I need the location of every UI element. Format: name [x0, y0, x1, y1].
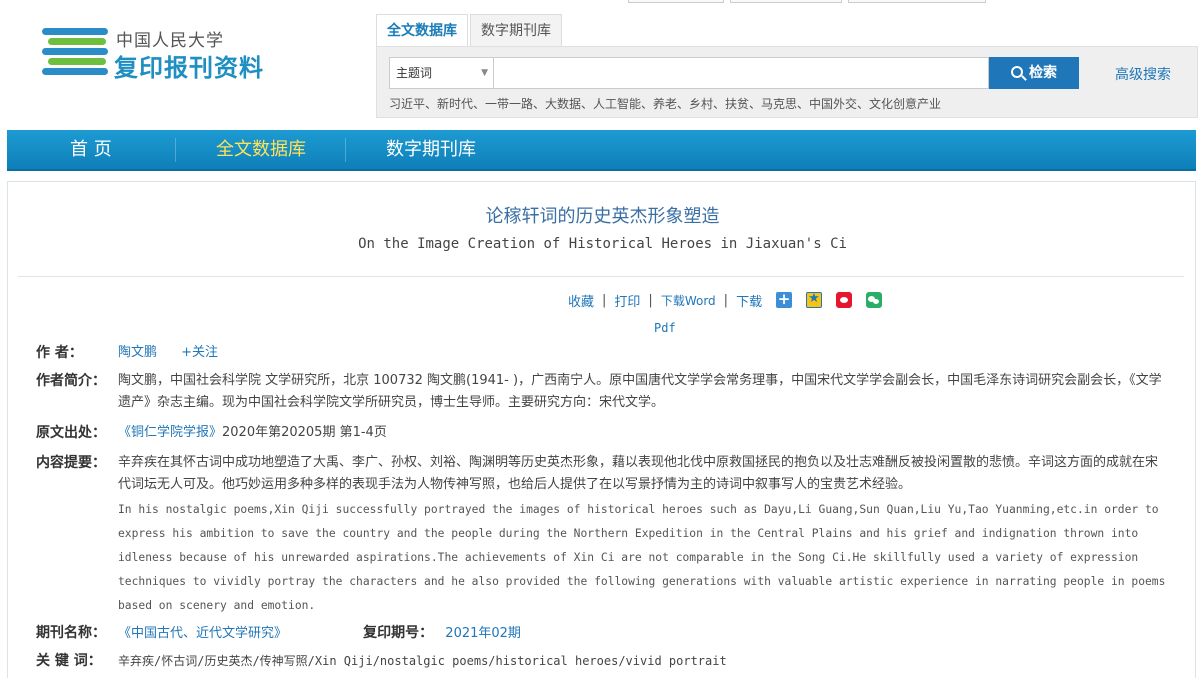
download-link[interactable]: 下载: [736, 291, 762, 310]
search-icon: [1011, 66, 1023, 78]
follow-button[interactable]: +关注: [181, 345, 218, 360]
favorite-link[interactable]: 收藏: [568, 291, 594, 310]
share-plus-icon[interactable]: [776, 290, 793, 308]
share-qzone-icon[interactable]: [806, 291, 823, 308]
nav-item-fulltext-db[interactable]: 全文数据库: [216, 130, 306, 171]
abstract-value: 辛弃疾在其怀古词中成功地塑造了大禹、李广、孙权、刘裕、陶渊明等历史英杰形象，藉以…: [118, 452, 1166, 618]
toolbar-separator: |: [602, 292, 607, 308]
article-detail: 论稼轩词的历史英杰形象塑造 On the Image Creation of H…: [7, 181, 1196, 678]
author-value: 陶文鹏 +关注: [118, 342, 1166, 364]
source-issue: 2020年第20205期 第1-4页: [222, 425, 387, 440]
books-logo-icon: [42, 28, 110, 80]
abstract-en: In his nostalgic poems,Xin Qiji successf…: [118, 503, 1166, 612]
title-divider: [18, 276, 1184, 277]
print-link[interactable]: 打印: [614, 291, 640, 310]
author-link[interactable]: 陶文鹏: [118, 345, 157, 360]
tab-digital-journal[interactable]: 数字期刊库: [470, 14, 562, 46]
tab-fulltext-db[interactable]: 全文数据库: [376, 14, 468, 46]
abstract-label: 内容提要：: [36, 455, 106, 471]
main-nav: 首 页 全文数据库 数字期刊库: [7, 130, 1196, 171]
chevron-down-icon: ▼: [481, 68, 488, 78]
share-weibo-icon[interactable]: [836, 292, 853, 308]
search-tabs: 全文数据库 数字期刊库: [376, 14, 564, 46]
article-title-en: On the Image Creation of Historical Hero…: [358, 236, 847, 252]
bio-value: 陶文鹏，中国社会科学院 文学研究所，北京 100732 陶文鹏(1941- )，…: [118, 373, 1162, 410]
download-pdf-link[interactable]: Pdf: [654, 321, 676, 335]
search-panel: 主题词 ▼ 检索 高级搜索 习近平、新时代、一带一路、大数据、人工智能、养老、乡…: [376, 46, 1198, 118]
site-logo[interactable]: 中国人民大学 复印报刊资料: [40, 26, 290, 82]
advanced-search-link[interactable]: 高级搜索: [1115, 64, 1171, 84]
journal-label: 期刊名称：: [36, 625, 106, 641]
top-strip: [0, 0, 1200, 6]
top-chip: [848, 0, 986, 3]
author-label: 作 者：: [36, 345, 83, 361]
journal-value: 《中国古代、近代文学研究》 复印期号： 2021年02期: [118, 622, 1166, 645]
search-field-selected: 主题词: [396, 66, 433, 80]
reprint-issue-link[interactable]: 2021年02期: [445, 626, 521, 641]
top-chip: [730, 0, 842, 3]
journal-link[interactable]: 《中国古代、近代文学研究》: [118, 626, 287, 641]
keywords-label: 关 键 词：: [36, 653, 102, 669]
reprint-label: 复印期号：: [363, 625, 434, 641]
source-label: 原文出处：: [36, 425, 106, 441]
toolbar-separator: |: [723, 292, 729, 308]
share-wechat-icon[interactable]: [866, 292, 883, 308]
search-button[interactable]: 检索: [989, 57, 1079, 89]
abstract-cn: 辛弃疾在其怀古词中成功地塑造了大禹、李广、孙权、刘裕、陶渊明等历史英杰形象，藉以…: [118, 455, 1159, 492]
search-button-label: 检索: [1029, 65, 1057, 81]
site-name-big: 复印报刊资料: [114, 54, 264, 82]
hot-words[interactable]: 习近平、新时代、一带一路、大数据、人工智能、养老、乡村、扶贫、马克思、中国外交、…: [389, 95, 941, 112]
top-chip: [628, 0, 724, 3]
search-input[interactable]: [493, 57, 989, 89]
nav-item-digital-journal[interactable]: 数字期刊库: [386, 130, 476, 171]
search-field-select[interactable]: 主题词 ▼: [389, 57, 494, 89]
nav-divider: [175, 138, 176, 162]
nav-item-home[interactable]: 首 页: [70, 130, 112, 171]
source-value: 《铜仁学院学报》2020年第20205期 第1-4页: [118, 422, 1166, 444]
article-title-cn: 论稼轩词的历史英杰形象塑造: [485, 206, 720, 227]
download-word-link[interactable]: 下载Word: [661, 292, 716, 309]
nav-divider: [345, 138, 346, 162]
keywords-value[interactable]: 辛弃疾/怀古词/历史英杰/传神写照/Xin Qiji/nostalgic poe…: [118, 650, 1166, 672]
source-journal-link[interactable]: 《铜仁学院学报》: [118, 425, 222, 440]
article-toolbar: 收藏 | 打印 | 下载Word | 下载: [568, 290, 883, 310]
bio-label: 作者简介：: [36, 373, 106, 389]
search-box: 全文数据库 数字期刊库 主题词 ▼ 检索 高级搜索 习近平、新时代、一带一路、大…: [376, 14, 1198, 118]
toolbar-separator: |: [648, 292, 653, 308]
